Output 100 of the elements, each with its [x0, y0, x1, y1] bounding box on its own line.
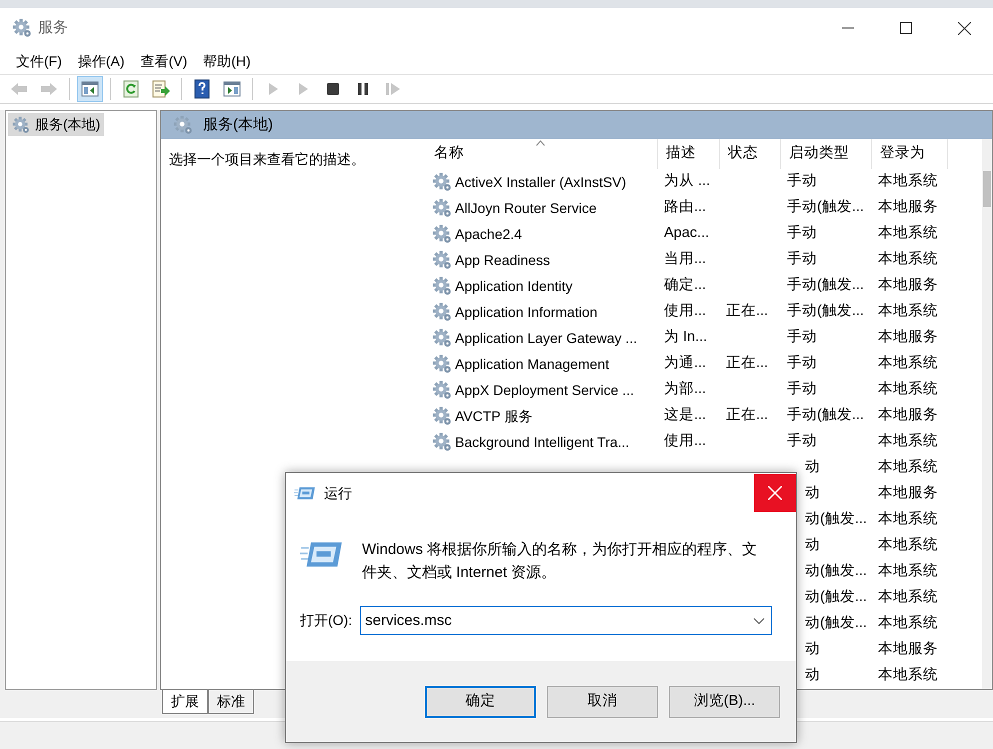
service-name[interactable]: Application Information	[455, 302, 598, 322]
table-cell: Apac...	[664, 225, 710, 242]
service-gear-icon	[432, 224, 452, 244]
table-cell: 本地服务	[878, 199, 938, 216]
service-name[interactable]: App Readiness	[455, 250, 550, 270]
menu-item[interactable]: 操作(A)	[70, 50, 133, 72]
gear-icon	[12, 116, 30, 134]
table-cell: 使用...	[664, 303, 706, 320]
table-cell: 本地系统	[878, 511, 938, 528]
table-cell: 动(触发...	[805, 563, 867, 580]
scrollbar-thumb[interactable]	[983, 171, 991, 207]
export-list-icon	[151, 79, 171, 99]
window-title: 服务	[38, 18, 68, 38]
table-cell: 本地系统	[878, 355, 938, 372]
table-cell: 确定...	[664, 277, 706, 294]
service-gear-icon	[432, 406, 452, 426]
table-cell: 动	[805, 485, 820, 502]
table-cell: 路由...	[664, 199, 706, 216]
column-header[interactable]: 登录为	[872, 139, 948, 169]
service-name[interactable]: AllJoyn Router Service	[455, 198, 597, 218]
service-gear-icon	[432, 198, 452, 218]
table-cell: 本地服务	[878, 641, 938, 658]
table-cell: 动(触发...	[805, 511, 867, 528]
table-cell: 手动(触发...	[787, 277, 864, 294]
table-cell: 本地系统	[878, 381, 938, 398]
table-cell: 本地系统	[878, 589, 938, 606]
service-gear-icon	[432, 328, 452, 348]
table-cell: 本地系统	[878, 251, 938, 268]
table-cell: 当用...	[664, 251, 706, 268]
service-name[interactable]: ActiveX Installer (AxInstSV)	[455, 172, 626, 192]
close-icon	[768, 486, 782, 500]
service-name[interactable]: Application Management	[455, 354, 610, 374]
properties-view-icon	[222, 79, 242, 99]
table-cell: 手动	[787, 173, 817, 190]
table-cell: 正在...	[726, 407, 768, 424]
gear-icon	[173, 115, 193, 135]
view-tab[interactable]: 扩展	[162, 690, 208, 714]
table-cell: 本地系统	[878, 615, 938, 632]
table-cell: 本地系统	[878, 459, 938, 476]
table-cell: 动(触发...	[805, 589, 867, 606]
table-cell: 手动(触发...	[787, 303, 864, 320]
table-cell: 手动	[787, 433, 817, 450]
column-header[interactable]: 名称	[426, 139, 658, 169]
dialog-button[interactable]: 确定	[425, 686, 536, 718]
service-name[interactable]: Apache2.4	[455, 224, 522, 244]
help-book-icon	[192, 79, 212, 99]
run-icon	[294, 485, 316, 501]
service-name[interactable]: Background Intelligent Tra...	[455, 432, 630, 452]
dialog-message: Windows 将根据你所输入的名称，为你打开相应的程序、文件夹、文档或 Internet 资源。	[362, 540, 758, 583]
table-cell: 本地服务	[878, 407, 938, 424]
service-name[interactable]: AppX Deployment Service ...	[455, 380, 634, 400]
table-cell: 本地系统	[878, 537, 938, 554]
table-cell: 动	[805, 537, 820, 554]
view-tab[interactable]: 标准	[208, 690, 254, 714]
table-cell: 正在...	[726, 355, 768, 372]
table-cell: 本地系统	[878, 225, 938, 242]
maximize-icon	[900, 22, 912, 34]
service-gear-icon	[432, 354, 452, 374]
app-gear-icon	[12, 18, 32, 38]
table-cell: 手动(触发...	[787, 407, 864, 424]
table-cell: 本地系统	[878, 667, 938, 684]
table-cell: 动(触发...	[805, 615, 867, 632]
dialog-button[interactable]: 浏览(B)...	[669, 686, 780, 718]
column-header[interactable]: 状态	[720, 139, 781, 169]
service-gear-icon	[432, 172, 452, 192]
table-cell: 本地系统	[878, 433, 938, 450]
service-gear-icon	[432, 302, 452, 322]
menu-item[interactable]: 查看(V)	[132, 50, 196, 72]
menu-item[interactable]: 帮助(H)	[195, 50, 259, 72]
service-name[interactable]: AVCTP 服务	[455, 406, 532, 426]
table-cell: 为部...	[664, 381, 706, 398]
service-gear-icon	[432, 276, 452, 296]
service-gear-icon	[432, 250, 452, 270]
column-header[interactable]: 描述	[658, 139, 720, 169]
table-cell: 动	[805, 667, 820, 684]
table-cell: 手动	[787, 355, 817, 372]
table-cell: 使用...	[664, 433, 706, 450]
table-cell: 手动(触发...	[787, 199, 864, 216]
dropdown-caret-icon[interactable]	[753, 617, 766, 625]
open-field[interactable]: services.msc	[360, 606, 772, 635]
dialog-title: 运行	[324, 484, 352, 502]
table-cell: 为 In...	[664, 329, 708, 346]
service-name[interactable]: Application Identity	[455, 276, 573, 296]
pane-title: 服务(本地)	[203, 114, 273, 135]
menu-item[interactable]: 文件(F)	[8, 50, 70, 72]
table-cell: 为通...	[664, 355, 706, 372]
tree-item[interactable]: 服务(本地)	[8, 113, 104, 136]
refresh-icon	[121, 79, 141, 99]
dialog-button[interactable]: 取消	[547, 686, 658, 718]
table-cell: 本地系统	[878, 303, 938, 320]
table-cell: 动	[805, 641, 820, 658]
table-cell: 手动	[787, 251, 817, 268]
table-cell: 手动	[787, 329, 817, 346]
service-name[interactable]: Application Layer Gateway ...	[455, 328, 638, 348]
table-cell: 本地服务	[878, 329, 938, 346]
table-cell: 手动	[787, 225, 817, 242]
column-header[interactable]: 启动类型	[781, 139, 872, 169]
dialog-close-button[interactable]	[754, 474, 796, 512]
open-label: 打开(O):	[300, 611, 352, 630]
table-cell: 本地服务	[878, 277, 938, 294]
